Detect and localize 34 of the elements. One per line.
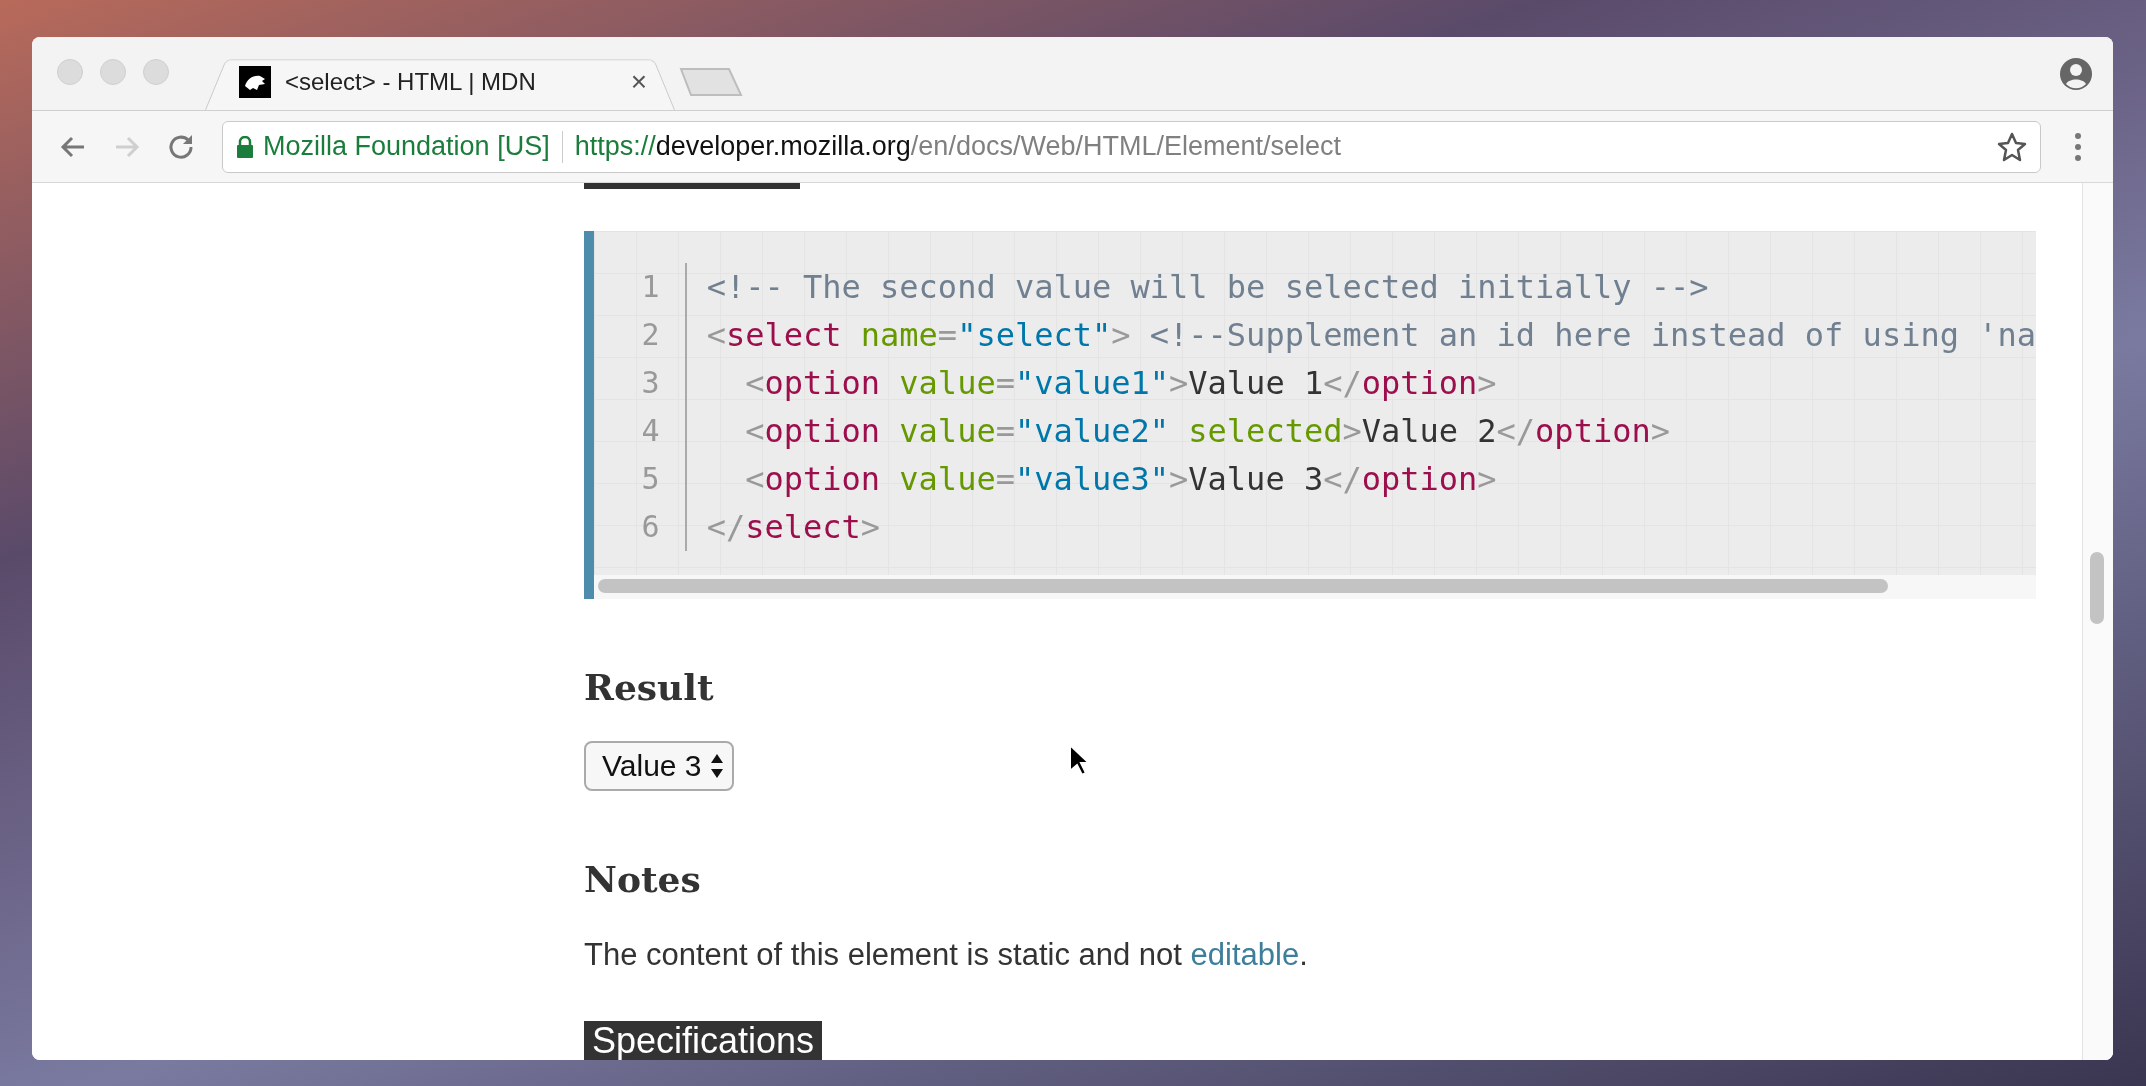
site-identity: Mozilla Foundation [US]: [263, 131, 550, 162]
paragraph: The content of this element is static and not editable.: [584, 937, 1309, 973]
section-heading: Specifications: [584, 1021, 823, 1060]
bookmark-star-icon[interactable]: [1996, 130, 2028, 163]
maximize-window-button[interactable]: [143, 58, 169, 85]
close-window-button[interactable]: [57, 58, 83, 85]
address-bar[interactable]: Mozilla Foundation [US] https://developer.mozilla.org/en/docs/Web/HTML/Element/select: [222, 120, 2041, 173]
code-line: <!-- The second value will be selected initially -->: [706, 267, 1710, 308]
horizontal-scrollbar[interactable]: [598, 579, 1888, 593]
tab-close-button[interactable]: ×: [630, 68, 647, 96]
url-text: https://developer.mozilla.org/en/docs/Web/HTML/Element/select: [574, 131, 1343, 162]
select-dropdown[interactable]: Value 3: [584, 741, 734, 791]
line-number: 2: [640, 316, 660, 354]
section-heading: Result: [584, 669, 715, 705]
vertical-scrollbar[interactable]: [2090, 552, 2104, 624]
profile-icon[interactable]: [2059, 57, 2093, 91]
code-line: </select>: [706, 507, 882, 548]
code-line: <option value="value1">Value 1</option>: [744, 363, 1498, 404]
section-heading: Notes: [584, 861, 702, 897]
minimize-window-button[interactable]: [100, 58, 126, 85]
link[interactable]: editable: [1190, 937, 1300, 972]
tab-title: <select> - HTML | MDN: [285, 68, 537, 96]
line-number: 4: [640, 412, 660, 450]
line-number: 5: [640, 460, 660, 498]
line-number: 1: [640, 268, 660, 306]
line-number: 6: [640, 508, 660, 546]
new-tab-button[interactable]: [679, 67, 743, 97]
code-line: <option value="value2" selected>Value 2</option>: [744, 411, 1671, 452]
up-down-arrows-icon: [709, 753, 724, 779]
lock-icon: [237, 135, 253, 158]
code-line: <option value="value3">Value 3</option>: [744, 459, 1498, 500]
line-number: 3: [640, 364, 660, 402]
browser-tab[interactable]: <select> - HTML | MDN ×: [205, 54, 675, 110]
code-line: <select name="select"> <!--Supplement an id here instead of using 'na: [706, 315, 2036, 356]
